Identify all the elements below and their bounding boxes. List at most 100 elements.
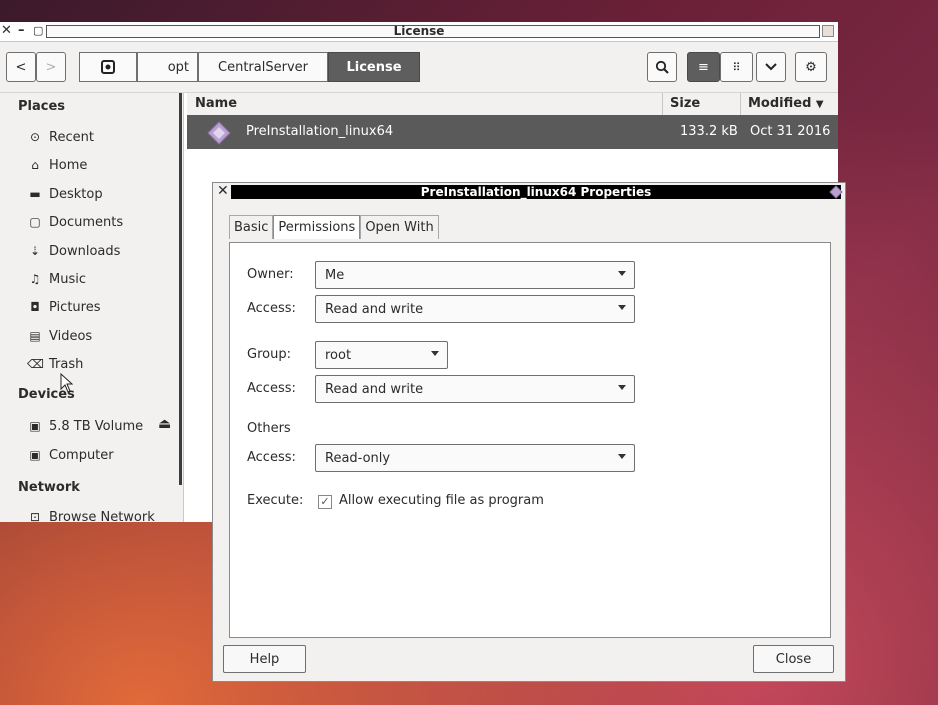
title-bar[interactable]: ✕ – ▢ License xyxy=(0,22,838,42)
back-button[interactable]: < xyxy=(6,52,36,82)
sidebar-item-trash[interactable]: ⌫ Trash xyxy=(27,353,83,375)
properties-dialog: ✕ PreInstallation_linux64 Properties Bas… xyxy=(212,182,846,682)
owner-access-select[interactable]: Read and write xyxy=(315,295,635,323)
owner-access-value: Read and write xyxy=(325,301,424,317)
settings-button[interactable]: ⚙ xyxy=(795,52,827,82)
eject-icon[interactable]: ⏏ xyxy=(158,416,171,432)
close-button[interactable]: Close xyxy=(753,645,834,673)
sidebar-item-label: Browse Network xyxy=(49,509,155,523)
others-access-value: Read-only xyxy=(325,450,391,466)
sidebar-item-recent[interactable]: ⊙ Recent xyxy=(27,126,94,148)
column-header-name[interactable]: Name xyxy=(195,96,237,111)
breadcrumb: opt CentralServer License xyxy=(79,52,420,82)
owner-select[interactable]: Me xyxy=(315,261,635,289)
sidebar-item-label: Downloads xyxy=(49,243,121,259)
executable-file-icon xyxy=(207,121,231,145)
sidebar-item-browse-network[interactable]: ⊡ Browse Network xyxy=(27,506,155,523)
breadcrumb-centralserver[interactable]: CentralServer xyxy=(198,52,328,82)
drive-icon xyxy=(101,60,115,74)
film-icon: ▤ xyxy=(29,329,41,343)
close-dialog-icon[interactable]: ✕ xyxy=(217,183,229,199)
column-header-size[interactable]: Size xyxy=(670,96,700,111)
sidebar-item-label: Computer xyxy=(49,447,114,463)
dropdown-arrow-icon xyxy=(618,305,626,310)
sidebar-scrollbar[interactable] xyxy=(179,93,182,485)
group-label: Group: xyxy=(247,347,291,362)
sidebar-item-downloads[interactable]: ⇣ Downloads xyxy=(27,240,120,262)
network-icon: ⊡ xyxy=(29,510,41,522)
view-options-button[interactable] xyxy=(756,52,786,82)
sidebar-item-desktop[interactable]: ▬ Desktop xyxy=(27,183,102,205)
column-header-modified-label: Modified xyxy=(748,96,812,111)
forward-icon: > xyxy=(45,59,57,75)
table-row[interactable]: PreInstallation_linux64 133.2 kB Oct 31 … xyxy=(187,115,838,149)
sidebar-item-label: Trash xyxy=(49,356,84,372)
tab-permissions[interactable]: Permissions xyxy=(273,215,361,239)
executable-file-icon xyxy=(829,185,843,199)
music-icon: ♫ xyxy=(29,272,41,286)
folder-icon: ▬ xyxy=(29,187,41,201)
execute-checkbox[interactable]: ✓ xyxy=(318,495,332,509)
home-icon: ⌂ xyxy=(31,158,39,172)
mouse-cursor-icon xyxy=(60,373,74,393)
tab-open-with[interactable]: Open With xyxy=(360,215,439,239)
owner-access-label: Access: xyxy=(247,301,296,316)
list-header: Name Size Modified ▼ xyxy=(187,93,838,116)
search-icon xyxy=(655,60,669,74)
column-separator xyxy=(662,93,663,115)
list-view-button[interactable]: ≡ xyxy=(687,52,720,82)
window-title: License xyxy=(393,24,445,38)
dropdown-arrow-icon xyxy=(618,454,626,459)
sidebar-item-label: Recent xyxy=(49,129,94,145)
chevron-down-icon xyxy=(765,63,777,71)
camera-icon: ◘ xyxy=(30,300,40,314)
tab-basic[interactable]: Basic xyxy=(229,215,274,239)
help-button[interactable]: Help xyxy=(223,645,306,673)
breadcrumb-opt[interactable]: opt xyxy=(137,52,198,82)
column-separator xyxy=(740,93,741,115)
others-label: Others xyxy=(247,421,291,436)
toolbar: < > opt CentralServer License ≡ ⠿ ⚙ xyxy=(0,42,838,93)
sidebar-item-label: Pictures xyxy=(49,299,101,315)
window-menu-icon[interactable] xyxy=(822,25,834,37)
forward-button[interactable]: > xyxy=(36,52,66,82)
file-modified: Oct 31 2016 xyxy=(750,124,831,139)
dialog-title[interactable]: PreInstallation_linux64 Properties xyxy=(231,185,841,199)
gear-icon: ⚙ xyxy=(805,59,817,75)
dropdown-arrow-icon xyxy=(618,385,626,390)
sidebar-item-label: 5.8 TB Volume xyxy=(49,418,144,434)
group-access-select[interactable]: Read and write xyxy=(315,375,635,403)
column-header-modified[interactable]: Modified ▼ xyxy=(748,96,824,111)
sidebar-item-home[interactable]: ⌂ Home xyxy=(27,154,87,176)
execute-option-label[interactable]: Allow executing file as program xyxy=(339,493,544,508)
sidebar-item-5-8tb-volume[interactable]: ▣ 5.8 TB Volume xyxy=(27,415,143,437)
breadcrumb-license[interactable]: License xyxy=(328,52,420,82)
sidebar-item-label: Videos xyxy=(49,328,93,344)
grid-view-icon: ⠿ xyxy=(732,60,741,74)
sidebar-item-computer[interactable]: ▣ Computer xyxy=(27,444,114,466)
file-name: PreInstallation_linux64 xyxy=(246,124,394,139)
sidebar-item-label: Music xyxy=(49,271,86,287)
sidebar-item-documents[interactable]: ▢ Documents xyxy=(27,211,123,233)
sidebar-item-videos[interactable]: ▤ Videos xyxy=(27,325,92,347)
others-access-select[interactable]: Read-only xyxy=(315,444,635,472)
owner-label: Owner: xyxy=(247,267,294,282)
file-size: 133.2 kB xyxy=(680,124,738,139)
dropdown-arrow-icon xyxy=(618,271,626,276)
tab-bar: Basic Permissions Open With xyxy=(229,215,439,239)
grid-view-button[interactable]: ⠿ xyxy=(720,52,753,82)
sidebar-item-pictures[interactable]: ◘ Pictures xyxy=(27,296,100,318)
sidebar-item-music[interactable]: ♫ Music xyxy=(27,268,86,290)
group-access-value: Read and write xyxy=(325,381,424,397)
breadcrumb-root-drive[interactable] xyxy=(79,52,137,82)
search-button[interactable] xyxy=(647,52,677,82)
sidebar-item-label: Documents xyxy=(49,214,124,230)
group-select[interactable]: root xyxy=(315,341,448,369)
sort-descending-icon: ▼ xyxy=(815,99,824,110)
dropdown-arrow-icon xyxy=(431,351,439,356)
drive-icon: ▣ xyxy=(29,419,41,433)
list-view-icon: ≡ xyxy=(698,59,709,75)
clock-icon: ⊙ xyxy=(29,130,41,144)
sidebar: Places ⊙ Recent ⌂ Home ▬ Desktop ▢ Docum… xyxy=(0,93,184,522)
permissions-panel: Owner: Me Access: Read and write Group: … xyxy=(229,242,831,638)
